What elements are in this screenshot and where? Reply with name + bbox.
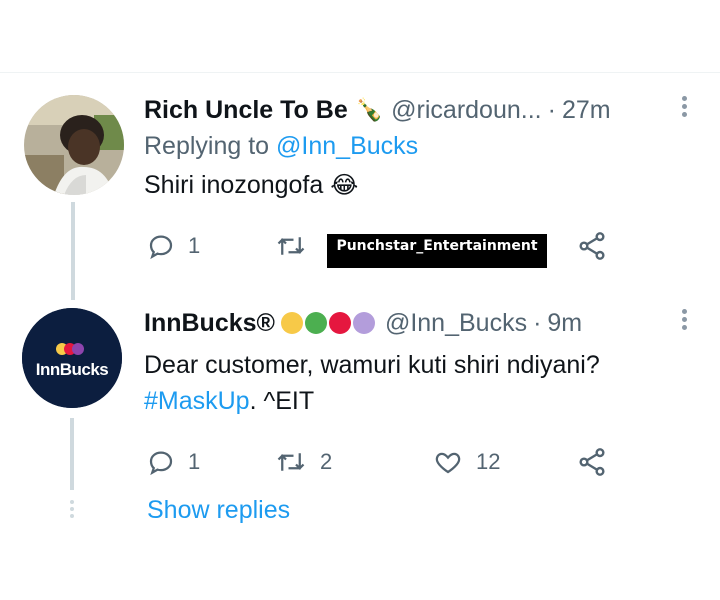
show-replies-link[interactable]: Show replies (147, 496, 290, 525)
bottle-emoji: 🍾 (355, 97, 384, 122)
tweet-body: Shiri inozongofa (144, 171, 324, 199)
timestamp[interactable]: 9m (547, 309, 582, 338)
thread-dots (69, 500, 75, 521)
tweet-text: Shiri inozongofa 😂 (144, 167, 690, 204)
like-icon (435, 452, 461, 474)
tweet-body: Dear customer, wamuri kuti shiri ndiyani… (144, 351, 600, 379)
signature: . ^EIT (249, 387, 315, 415)
avatar[interactable] (24, 95, 124, 195)
like-count: 12 (476, 449, 501, 474)
color-badges (280, 312, 377, 334)
share-icon (579, 448, 605, 476)
retweet-count: 2 (320, 449, 333, 474)
red-circle-icon (328, 312, 351, 334)
retweet-button[interactable]: 2 (274, 447, 332, 477)
share-button[interactable] (576, 446, 608, 478)
reply-icon (149, 451, 173, 476)
user-handle[interactable]: @Inn_Bucks (385, 309, 527, 338)
watermark: Punchstar_Entertainment (327, 234, 547, 268)
laughing-emoji: 😂 (330, 172, 359, 199)
share-button[interactable] (576, 230, 608, 262)
display-name[interactable]: Rich Uncle To Be (144, 96, 348, 125)
tweet-header: Rich Uncle To Be 🍾 @ricardoun... · 27m (144, 92, 690, 128)
more-icon[interactable] (680, 309, 688, 335)
tweet-text: Dear customer, wamuri kuti shiri ndiyani… (144, 347, 690, 419)
separator: · (533, 308, 542, 337)
retweet-icon (277, 453, 305, 471)
reply-icon (149, 235, 173, 260)
reply-button[interactable]: 1 (146, 447, 200, 477)
thread-line (70, 418, 74, 490)
hashtag-link[interactable]: #MaskUp (144, 387, 250, 415)
yellow-circle-icon (280, 312, 303, 334)
avatar[interactable]: InnBucks (22, 308, 122, 408)
share-icon (579, 232, 605, 260)
reply-count: 1 (188, 233, 201, 258)
replying-handle-link[interactable]: @Inn_Bucks (276, 132, 418, 160)
display-name[interactable]: InnBucks® (144, 309, 275, 338)
thread-line (71, 202, 75, 300)
green-circle-icon (304, 312, 327, 334)
separator: · (547, 95, 556, 124)
retweet-button[interactable] (274, 231, 308, 261)
reply-count: 1 (188, 449, 201, 474)
replying-to: Replying to @Inn_Bucks (144, 132, 690, 161)
tweet-header: InnBucks® @Inn_Bucks · 9m (144, 305, 690, 341)
tweet-innbucks[interactable]: InnBucks InnBucks® @Inn_Bucks · 9m Dear … (0, 300, 720, 500)
action-bar: 1 2 12 (144, 442, 624, 482)
divider (0, 72, 720, 73)
reply-button[interactable]: 1 (146, 231, 200, 261)
purple-circle-icon (352, 312, 375, 334)
replying-prefix: Replying to (144, 132, 270, 160)
retweet-icon (277, 237, 305, 255)
timestamp[interactable]: 27m (562, 96, 611, 125)
like-button[interactable]: 12 (432, 447, 500, 477)
avatar-text: InnBucks (35, 360, 109, 379)
more-icon[interactable] (680, 96, 688, 122)
user-handle[interactable]: @ricardoun... (391, 96, 541, 125)
